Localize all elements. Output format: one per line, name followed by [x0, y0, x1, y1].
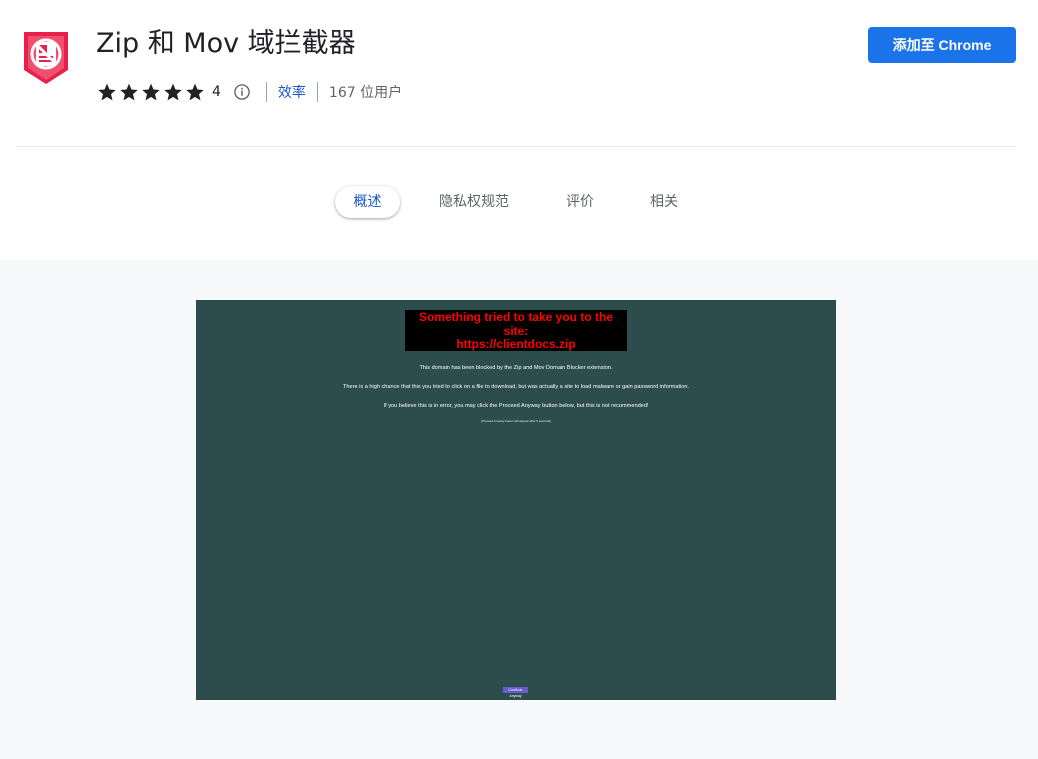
proceed-advice-message: If you believe this is in error, you may… [383, 403, 649, 409]
extension-screenshot[interactable]: Something tried to take you to the site:… [196, 300, 836, 700]
screenshot-gallery: Something tried to take you to the site:… [0, 260, 1038, 759]
warning-heading: Something tried to take you to the site: [418, 310, 613, 338]
rating-count: 4 [212, 84, 221, 100]
tab-reviews[interactable]: 评价 [555, 186, 605, 218]
star-icon [164, 83, 182, 101]
star-icon [120, 83, 138, 101]
blocked-message: This domain has been blocked by the Zip … [419, 365, 613, 371]
add-to-chrome-button[interactable]: 添加至 Chrome [868, 27, 1016, 63]
extension-title: Zip 和 Mov 域拦截器 [96, 28, 356, 59]
detail-tabs: 概述 隐私权规范 评价 相关 [0, 186, 1038, 222]
tab-related[interactable]: 相关 [639, 186, 689, 218]
blocked-url: https://clientdocs.zip [456, 337, 576, 351]
tab-overview[interactable]: 概述 [335, 186, 400, 218]
info-icon[interactable] [233, 83, 251, 101]
header-divider [16, 146, 1016, 147]
continue-anyway-button[interactable]: Continue Anyway [503, 687, 528, 698]
meta-separator [265, 82, 267, 102]
star-icon [98, 83, 116, 101]
blocked-file-shield-icon [24, 32, 68, 84]
user-count: 167 位用户 [328, 85, 403, 101]
tab-privacy-practices[interactable]: 隐私权规范 [430, 186, 518, 218]
malware-warning-message: There is a high chance that this you tri… [342, 384, 690, 390]
meta-separator [316, 82, 318, 102]
star-icon [142, 83, 160, 101]
category-link[interactable]: 效率 [278, 82, 306, 102]
delay-notice: (Proceed Anyway button will appear after… [480, 419, 552, 423]
warning-banner: Something tried to take you to the site:… [405, 310, 627, 351]
star-icon [186, 83, 204, 101]
extension-meta-row: 4 效率 167 位用户 [97, 80, 402, 104]
rating-stars [97, 82, 205, 102]
extension-detail-page: Zip 和 Mov 域拦截器 4 效率 167 位用户 添加至 Chrome 概… [0, 0, 1038, 759]
